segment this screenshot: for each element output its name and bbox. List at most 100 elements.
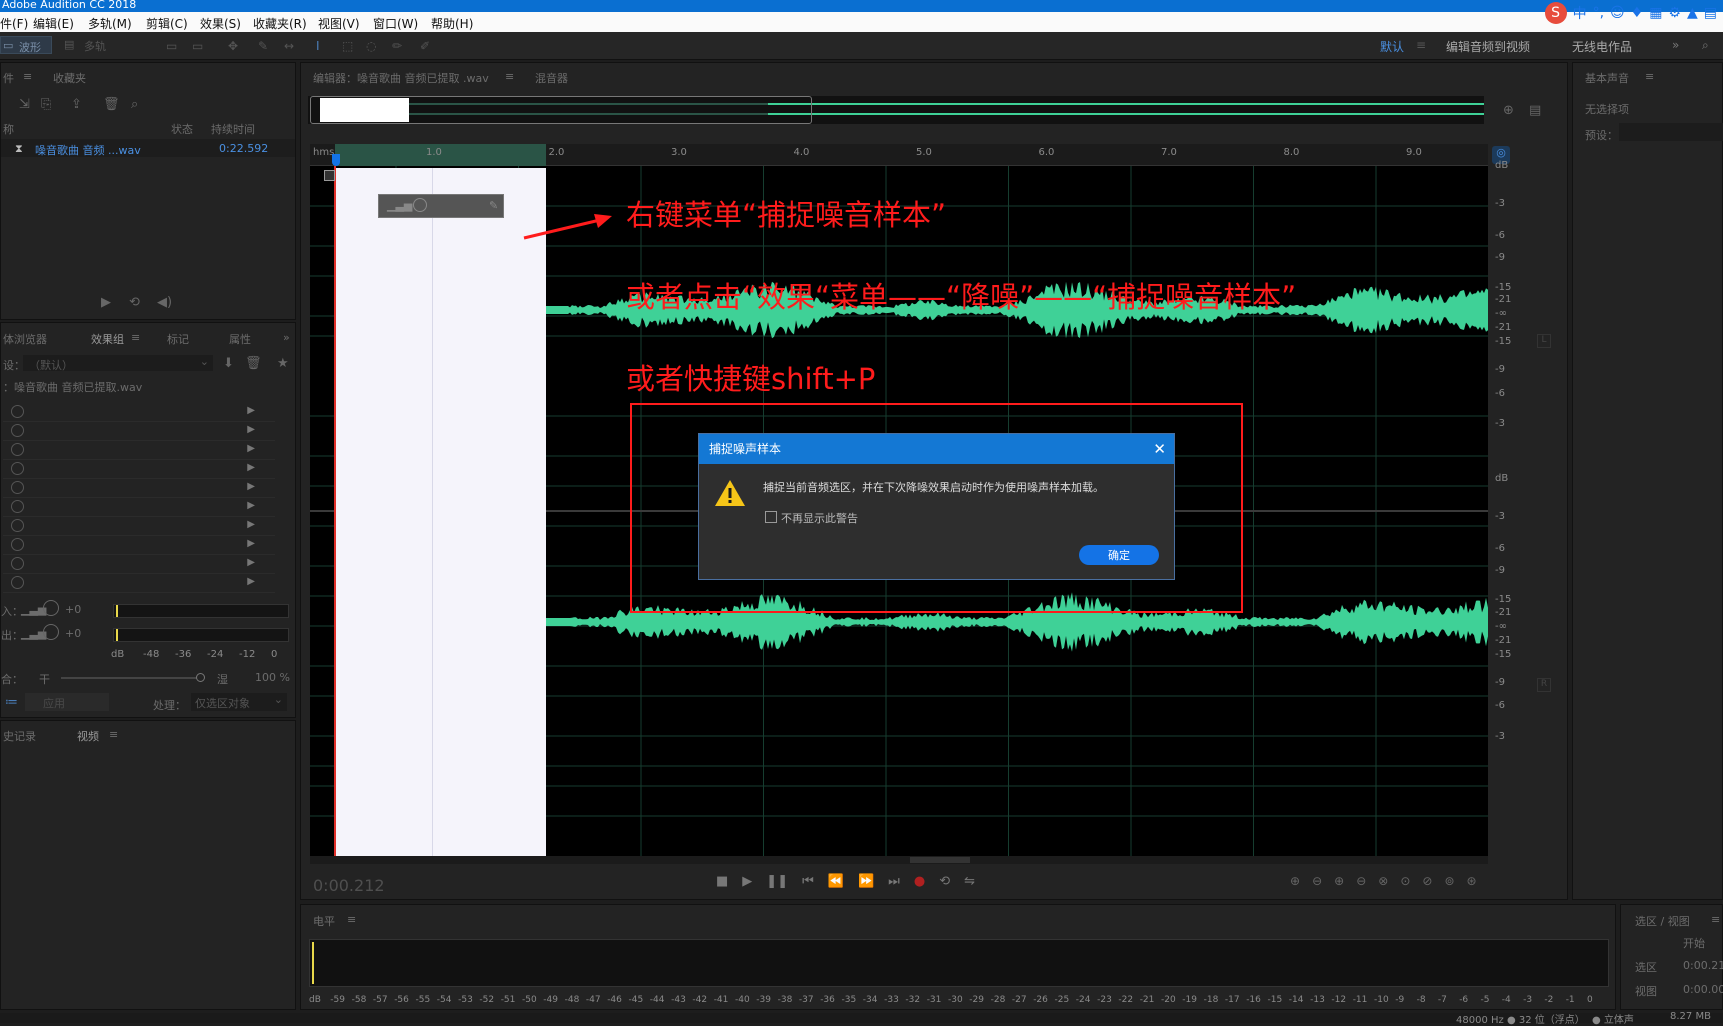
keyboard-icon[interactable]: ▦ xyxy=(1649,5,1662,21)
emoji-icon[interactable]: ☺ xyxy=(1610,5,1625,21)
selection-region[interactable] xyxy=(336,168,546,856)
expand-arrow-icon[interactable]: ▶ xyxy=(247,500,255,511)
effect-slot[interactable]: ▶ xyxy=(3,403,275,422)
tab-effects-rack[interactable]: 效果组 xyxy=(91,331,124,347)
mix-slider-thumb[interactable] xyxy=(196,673,205,682)
effect-slot[interactable]: ▶ xyxy=(3,479,275,498)
hud-gain-knob[interactable] xyxy=(413,198,427,212)
channel-right-label[interactable]: R xyxy=(1537,678,1551,692)
levels-menu-icon[interactable]: ≡ xyxy=(347,913,356,926)
process-select[interactable]: 仅选区对象 ⌄ xyxy=(191,693,287,711)
workspace-edit-audio-video[interactable]: 编辑音频到视频 xyxy=(1446,38,1530,55)
import-icon[interactable]: ⇪ xyxy=(71,97,82,112)
preset-select[interactable]: （默认） ⌄ xyxy=(23,355,213,372)
time-ruler[interactable]: hms 1.0 2.0 3.0 4.0 5.0 6.0 7.0 8.0 9.0 xyxy=(310,144,1488,166)
hud-pin-icon[interactable]: ✎ xyxy=(489,199,498,212)
ime-logo-icon[interactable]: S xyxy=(1544,2,1567,24)
zoom-in-amplitude-icon[interactable]: ⊕ xyxy=(1290,874,1300,894)
view-start-value[interactable]: 0:00.000 xyxy=(1683,983,1723,996)
expand-arrow-icon[interactable]: ▶ xyxy=(247,576,255,587)
tab-editor[interactable]: 编辑器：噪音歌曲 音频已提取 .wav xyxy=(313,70,489,86)
overview-options-icon[interactable]: ▤ xyxy=(1529,103,1541,118)
selection-start-value[interactable]: 0:00.212 xyxy=(1683,959,1723,972)
zoom-right-icon[interactable]: ⊛ xyxy=(1467,874,1477,894)
ime-chinese-icon[interactable]: 中 xyxy=(1573,3,1587,23)
effect-slot[interactable]: ▶ xyxy=(3,555,275,574)
stop-icon[interactable]: ■ xyxy=(716,874,728,894)
hud-gain[interactable]: ▁▃▅ ✎ xyxy=(378,194,504,218)
effect-slot[interactable]: ▶ xyxy=(3,422,275,441)
record-icon[interactable]: ● xyxy=(914,874,925,894)
ime-punct-icon[interactable]: °, xyxy=(1593,5,1604,21)
delete-file-icon[interactable]: 🗑 xyxy=(103,97,120,112)
expand-arrow-icon[interactable]: ▶ xyxy=(247,443,255,454)
essential-menu-icon[interactable]: ≡ xyxy=(1645,70,1654,83)
editor-menu-icon[interactable]: ≡ xyxy=(505,70,514,83)
effect-slot[interactable]: ▶ xyxy=(3,517,275,536)
open-file-icon[interactable]: ⇲ xyxy=(19,97,30,112)
time-selection-tool-icon[interactable]: I xyxy=(316,39,320,53)
rewind-icon[interactable]: ⏪ xyxy=(828,874,844,894)
delete-preset-icon[interactable]: 🗑 xyxy=(245,356,262,371)
expand-arrow-icon[interactable]: ▶ xyxy=(247,538,255,549)
more-workspaces-icon[interactable]: » xyxy=(1672,38,1679,52)
in-gain-value[interactable]: +0 xyxy=(65,603,81,616)
tab-mixer[interactable]: 混音器 xyxy=(535,70,568,86)
lasso-tool-icon[interactable]: ◌ xyxy=(366,39,376,53)
zoom-to-fit-icon[interactable]: ⊕ xyxy=(1503,103,1514,118)
scrollbar-thumb[interactable] xyxy=(910,857,970,863)
out-gain-knob[interactable] xyxy=(43,624,59,640)
expand-arrow-icon[interactable]: ▶ xyxy=(247,405,255,416)
zoom-out-time-icon[interactable]: ⊖ xyxy=(1356,874,1366,894)
move-tool-icon[interactable]: ✥ xyxy=(228,39,238,53)
file-row[interactable]: ⧗ 噪音歌曲 音频 ...wav 0:22.592 xyxy=(1,139,295,157)
tab-media-browser[interactable]: 体浏览器 xyxy=(3,331,47,347)
preview-loop-icon[interactable]: ⟲ xyxy=(129,295,140,310)
spectral-display-icon[interactable]: ▭ xyxy=(166,39,177,53)
fast-forward-icon[interactable]: ⏩ xyxy=(858,874,874,894)
col-name[interactable]: 称 xyxy=(3,121,14,137)
power-icon[interactable] xyxy=(11,519,24,532)
slip-tool-icon[interactable]: ↔ xyxy=(284,39,294,53)
menu-favorites[interactable]: 收藏夹(R) xyxy=(253,15,307,32)
effect-slot[interactable]: ▶ xyxy=(3,441,275,460)
save-preset-icon[interactable]: ⬇ xyxy=(223,356,234,371)
effect-slot[interactable]: ▶ xyxy=(3,498,275,517)
effects-list-icon[interactable]: ≔ xyxy=(5,695,18,710)
channel-left-label[interactable]: L xyxy=(1537,334,1551,348)
out-gain-value[interactable]: +0 xyxy=(65,627,81,640)
preview-play-icon[interactable]: ▶ xyxy=(101,295,111,310)
waveform-view-tab[interactable]: 波形 ▭ xyxy=(0,36,52,54)
tab-favorites[interactable]: 收藏夹 xyxy=(53,70,86,86)
razor-tool-icon[interactable]: ✎ xyxy=(258,39,268,53)
skip-start-icon[interactable]: ⏮ xyxy=(802,874,814,894)
effect-slot[interactable]: ▶ xyxy=(3,574,275,593)
power-icon[interactable] xyxy=(11,405,24,418)
tab-video[interactable]: 视频 xyxy=(77,728,99,744)
tab-properties[interactable]: 属性 xyxy=(229,331,251,347)
tab-markers[interactable]: 标记 xyxy=(167,331,189,347)
workspace-menu-icon[interactable]: ≡ xyxy=(1416,38,1426,52)
tray-settings-icon[interactable]: ⚙ xyxy=(1668,5,1681,21)
menu-multitrack[interactable]: 多轨(M) xyxy=(88,15,132,32)
power-icon[interactable] xyxy=(11,481,24,494)
menu-file[interactable]: 件(F) xyxy=(0,15,28,32)
tools-icon[interactable]: ▤ xyxy=(1704,5,1717,21)
power-icon[interactable] xyxy=(11,424,24,437)
current-timecode[interactable]: 0:00.212 xyxy=(313,876,385,895)
insert-multitrack-icon[interactable]: ⎘ xyxy=(41,97,51,112)
power-icon[interactable] xyxy=(11,462,24,475)
power-icon[interactable] xyxy=(11,500,24,513)
spot-healing-icon[interactable]: ✐ xyxy=(420,39,430,53)
ok-button[interactable]: 确定 xyxy=(1079,545,1159,565)
selection-view-title[interactable]: 选区 / 视图 xyxy=(1635,913,1690,929)
effects-menu-icon[interactable]: ≡ xyxy=(131,331,140,344)
levels-title[interactable]: 电平 xyxy=(313,913,335,929)
play-icon[interactable]: ▶ xyxy=(742,874,752,894)
power-icon[interactable] xyxy=(11,557,24,570)
menu-clip[interactable]: 剪辑(C) xyxy=(146,15,188,32)
expand-arrow-icon[interactable]: ▶ xyxy=(247,424,255,435)
expand-arrow-icon[interactable]: ▶ xyxy=(247,519,255,530)
power-icon[interactable] xyxy=(11,443,24,456)
essential-title[interactable]: 基本声音 xyxy=(1585,70,1629,86)
